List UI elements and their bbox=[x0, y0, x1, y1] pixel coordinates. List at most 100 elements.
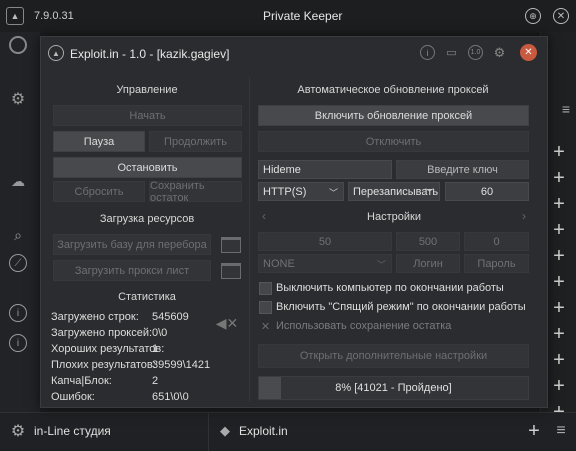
app-bottom-bar: ⚙ in-Line студия ◆ Exploit.in + ≡ bbox=[0, 412, 576, 451]
app-title: Private Keeper bbox=[263, 9, 343, 23]
add-icon[interactable]: + bbox=[545, 374, 573, 398]
chevron-right-icon[interactable]: › bbox=[518, 209, 530, 223]
cube-icon: ◆ bbox=[220, 423, 230, 438]
shutdown-checkbox[interactable] bbox=[259, 282, 272, 295]
proxy-source-select[interactable]: Hideme bbox=[258, 160, 392, 179]
app-logo-icon: ▲ bbox=[6, 7, 24, 25]
timeout-input[interactable]: 500 bbox=[396, 232, 460, 251]
add-icon[interactable]: + bbox=[545, 348, 573, 372]
stat-value: 651\0\0 bbox=[152, 391, 189, 403]
settings-icon[interactable]: ⚙ bbox=[9, 90, 27, 108]
add-icon[interactable]: + bbox=[545, 244, 573, 268]
load-base-button[interactable]: Загрузить базу для перебора bbox=[53, 234, 211, 255]
threads-value: 50 bbox=[318, 235, 332, 248]
write-mode-select[interactable]: Перезаписывать ﹀ bbox=[348, 182, 440, 201]
shutdown-label: Выключить компьютер по окончании работы bbox=[276, 282, 504, 294]
stat-label: Ошибок: bbox=[51, 391, 95, 403]
proxy-source-value: Hideme bbox=[263, 163, 301, 176]
control-header: Управление bbox=[116, 84, 178, 96]
enable-proxy-update-button[interactable]: Включить обновление проксей bbox=[258, 105, 529, 126]
interval-input[interactable]: 60 bbox=[445, 182, 529, 201]
progress-label: 8% [41021 - Пройдено] bbox=[335, 382, 452, 394]
add-icon[interactable]: + bbox=[545, 192, 573, 216]
stat-label: Хороших результатов: bbox=[51, 343, 165, 355]
info-icon[interactable]: i bbox=[9, 304, 27, 322]
stat-value: 39599\1421 bbox=[152, 359, 211, 371]
add-icon[interactable]: + bbox=[545, 322, 573, 346]
add-icon[interactable]: + bbox=[545, 166, 573, 190]
password-input[interactable]: Пароль bbox=[464, 254, 529, 273]
proxy-header: Автоматическое обновление проксей bbox=[297, 84, 489, 96]
stat-value: 1 bbox=[152, 343, 159, 355]
chevron-down-icon: ﹀ bbox=[328, 188, 338, 198]
save-rest-checkbox[interactable]: ✕ bbox=[259, 320, 272, 333]
settings-icon[interactable]: ⚙ bbox=[492, 45, 507, 60]
close-icon[interactable]: ✕ bbox=[553, 8, 569, 24]
save-rest-button[interactable]: Сохранить остаток bbox=[149, 180, 242, 204]
load-proxy-button[interactable]: Загрузить прокси лист bbox=[53, 260, 211, 281]
progress-bar: 8% [41021 - Пройдено] bbox=[258, 376, 529, 400]
reset-button[interactable]: Сбросить bbox=[53, 181, 145, 202]
folder-icon[interactable]: ▭ bbox=[444, 45, 459, 60]
add-icon[interactable]: + bbox=[525, 420, 543, 442]
folder-icon[interactable] bbox=[221, 237, 241, 253]
api-key-input[interactable]: Введите ключ bbox=[396, 160, 529, 179]
add-icon[interactable]: + bbox=[545, 270, 573, 294]
retries-value: 0 bbox=[493, 235, 500, 248]
more-settings-button[interactable]: Открыть дополнительные настройки bbox=[258, 344, 529, 368]
search-icon[interactable]: ⌕ bbox=[9, 226, 27, 244]
column-divider bbox=[249, 77, 250, 402]
bottom-tab[interactable]: ◆ Exploit.in bbox=[208, 413, 538, 451]
add-icon[interactable]: + bbox=[545, 296, 573, 320]
interval-value: 60 bbox=[480, 185, 494, 198]
threads-input[interactable]: 50 bbox=[258, 232, 392, 251]
stat-label: Загружено строк: bbox=[51, 311, 139, 323]
pause-button[interactable]: Пауза bbox=[53, 131, 145, 152]
chevron-down-icon: ﹀ bbox=[424, 188, 434, 198]
add-icon[interactable]: + bbox=[545, 218, 573, 242]
folder-icon[interactable] bbox=[221, 263, 241, 279]
continue-button[interactable]: Продолжить bbox=[149, 131, 242, 152]
stat-label: Плохих результатов: bbox=[51, 359, 156, 371]
start-button[interactable]: Начать bbox=[53, 105, 242, 126]
login-placeholder: Логин bbox=[413, 257, 443, 270]
timeout-value: 500 bbox=[418, 235, 438, 248]
app-titlebar: ▲ 7.9.0.31 Private Keeper ⊕ ✕ bbox=[0, 0, 576, 32]
app-version: 7.9.0.31 bbox=[34, 10, 74, 22]
stats-header: Статистика bbox=[118, 291, 176, 303]
resources-header: Загрузка ресурсов bbox=[99, 213, 195, 225]
mute-icon[interactable]: ◀✕ bbox=[216, 313, 239, 333]
stat-value: 545609 bbox=[152, 311, 189, 323]
version-icon[interactable]: 1.0 bbox=[468, 45, 483, 60]
proxy-auth-value: NONE bbox=[263, 257, 295, 270]
gear-icon[interactable]: ⚙ bbox=[8, 421, 28, 441]
chevron-down-icon: ﹀ bbox=[376, 260, 386, 270]
stat-label: Загружено проксей: bbox=[51, 327, 153, 339]
sleep-checkbox[interactable] bbox=[259, 301, 272, 314]
retries-input[interactable]: 0 bbox=[464, 232, 529, 251]
globe-icon[interactable]: ⊕ bbox=[525, 8, 541, 24]
info-icon-2[interactable]: i bbox=[9, 334, 27, 352]
chevron-left-icon[interactable]: ‹ bbox=[258, 209, 270, 223]
proxy-type-select[interactable]: HTTP(S) ﹀ bbox=[258, 182, 344, 201]
close-icon[interactable]: ✕ bbox=[520, 44, 537, 61]
add-icon[interactable]: + bbox=[545, 140, 573, 164]
app-sidebar: ⚙ ☁ ⌕ ⟋ i i bbox=[0, 32, 40, 450]
stat-value: 2 bbox=[152, 375, 159, 387]
settings-header: Настройки bbox=[367, 211, 421, 223]
disable-button[interactable]: Отключить bbox=[258, 131, 529, 152]
bottom-tab-label: Exploit.in bbox=[239, 424, 288, 438]
info-icon[interactable]: i bbox=[420, 45, 435, 60]
login-input[interactable]: Логин bbox=[396, 254, 460, 273]
menu-icon[interactable]: ≡ bbox=[557, 101, 575, 117]
menu-icon[interactable]: ≡ bbox=[552, 422, 570, 439]
compass-icon[interactable]: ⟋ bbox=[9, 254, 27, 272]
cloud-icon[interactable]: ☁ bbox=[9, 172, 27, 190]
sleep-label: Включить "Спящий режим" по окончании раб… bbox=[276, 301, 526, 313]
stop-button[interactable]: Остановить bbox=[53, 157, 242, 178]
user-icon[interactable] bbox=[9, 36, 27, 54]
bottom-left-label: in-Line студия bbox=[34, 424, 111, 438]
stat-value: 0\0 bbox=[152, 327, 168, 339]
proxy-type-value: HTTP(S) bbox=[263, 185, 307, 198]
proxy-auth-select[interactable]: NONE ﹀ bbox=[258, 254, 392, 273]
